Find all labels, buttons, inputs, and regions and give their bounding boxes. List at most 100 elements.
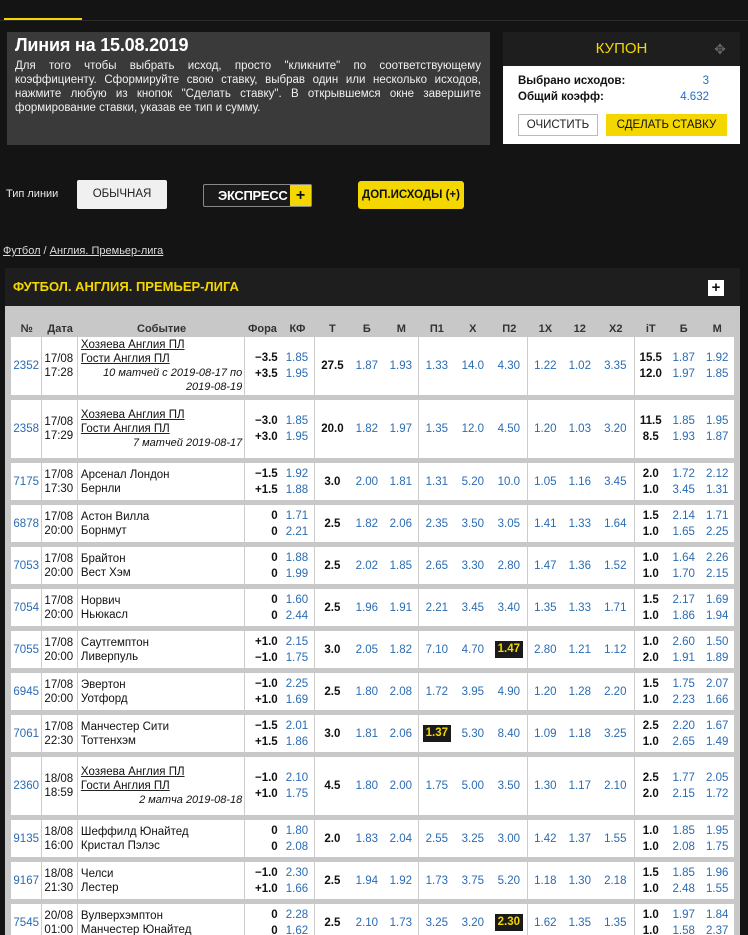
event-name[interactable]: Арсенал Лондон Бернли (77, 463, 246, 500)
odd-x-value[interactable]: 14.0 (462, 360, 484, 372)
individual-over-away[interactable]: 1.86 (667, 608, 700, 624)
odd-p1-value[interactable]: 2.55 (426, 833, 448, 845)
individual-under-away[interactable]: 1.94 (700, 608, 734, 624)
odd-x2[interactable]: 1.52 (597, 547, 635, 584)
odd-p2-value[interactable]: 3.05 (498, 518, 520, 530)
make-bet-button[interactable]: СДЕЛАТЬ СТАВКУ (606, 114, 727, 136)
odd-x2[interactable]: 3.35 (597, 337, 635, 395)
odd-12[interactable]: 1.37 (562, 820, 598, 857)
odd-12[interactable]: 1.28 (562, 673, 598, 710)
odd-p1[interactable]: 1.75 (418, 757, 456, 815)
individual-over-away[interactable]: 1.65 (667, 524, 700, 540)
odd-1x[interactable]: 1.18 (528, 862, 563, 899)
odd-p2[interactable]: 2.30 (490, 904, 529, 935)
under-odd[interactable]: 2.04 (384, 820, 419, 857)
individual-over-home[interactable]: 1.85 (667, 865, 700, 881)
individual-under-home[interactable]: 1.67 (700, 718, 734, 734)
odd-p2[interactable]: 4.30 (490, 337, 529, 395)
individual-under-away[interactable]: 1.31 (700, 482, 734, 498)
event-id[interactable]: 2360 (11, 757, 43, 815)
odd-1x[interactable]: 1.20 (528, 673, 563, 710)
extra-outcomes-button[interactable]: ДОП.ИСХОДЫ (+) (358, 181, 464, 209)
individual-under-home[interactable]: 1.84 (700, 907, 734, 923)
event-id[interactable]: 7054 (11, 589, 43, 626)
odd-p1[interactable]: 2.21 (418, 589, 456, 626)
odd-12[interactable]: 1.02 (562, 337, 598, 395)
odd-1x[interactable]: 1.20 (528, 400, 563, 458)
individual-over-home[interactable]: 1.97 (667, 907, 700, 923)
handicap-odd-home[interactable]: 2.01 (280, 718, 314, 734)
individual-over-away[interactable]: 2.48 (667, 881, 700, 897)
odd-x[interactable]: 3.45 (455, 589, 491, 626)
odd-12[interactable]: 1.21 (562, 631, 598, 668)
odd-p2-value[interactable]: 8.40 (498, 728, 520, 740)
odd-p2-value[interactable]: 10.0 (498, 476, 520, 488)
event-id[interactable]: 7545 (11, 904, 43, 935)
odd-x-value[interactable]: 5.00 (462, 780, 484, 792)
odd-x2[interactable]: 3.45 (597, 463, 635, 500)
handicap-odd-home[interactable]: 1.88 (280, 550, 314, 566)
odd-x-value[interactable]: 5.30 (462, 728, 484, 740)
individual-over-away[interactable]: 2.23 (667, 692, 700, 708)
odd-1x[interactable]: 1.05 (528, 463, 563, 500)
under-odd[interactable]: 1.97 (384, 400, 419, 458)
individual-over-home[interactable]: 2.60 (667, 634, 700, 650)
individual-under-home[interactable]: 1.71 (700, 508, 734, 524)
odd-x[interactable]: 5.00 (455, 757, 491, 815)
odd-12[interactable]: 1.16 (562, 463, 598, 500)
individual-under-away[interactable]: 2.15 (700, 566, 734, 582)
ordinary-button[interactable]: ОБЫЧНАЯ (77, 180, 167, 209)
odd-x[interactable]: 12.0 (455, 400, 491, 458)
odd-p1[interactable]: 1.33 (418, 337, 456, 395)
event-id[interactable]: 2358 (11, 400, 43, 458)
odd-p1-value[interactable]: 1.31 (426, 476, 448, 488)
individual-under-away[interactable]: 2.25 (700, 524, 734, 540)
under-odd[interactable]: 2.06 (384, 505, 419, 542)
odd-p1-value[interactable]: 7.10 (426, 644, 448, 656)
gear-icon[interactable]: ✥ (712, 41, 728, 57)
individual-under-away[interactable]: 1.89 (700, 650, 734, 666)
individual-over-away[interactable]: 3.45 (667, 482, 700, 498)
odd-p2[interactable]: 4.50 (490, 400, 529, 458)
over-odd[interactable]: 1.96 (349, 589, 385, 626)
odd-x-value[interactable]: 3.30 (462, 560, 484, 572)
event-id[interactable]: 7053 (11, 547, 43, 584)
over-odd[interactable]: 1.80 (349, 673, 385, 710)
over-odd[interactable]: 1.94 (349, 862, 385, 899)
odd-x2[interactable]: 2.20 (597, 673, 635, 710)
individual-under-home[interactable]: 1.92 (700, 350, 734, 366)
odd-1x[interactable]: 1.41 (528, 505, 563, 542)
odd-x[interactable]: 5.30 (455, 715, 491, 752)
individual-under-away[interactable]: 1.55 (700, 881, 734, 897)
individual-over-away[interactable]: 1.97 (667, 366, 700, 382)
odd-1x[interactable]: 1.22 (528, 337, 563, 395)
odd-p2-value[interactable]: 3.00 (498, 833, 520, 845)
handicap-odd-away[interactable]: 2.08 (280, 839, 314, 855)
odd-1x[interactable]: 1.42 (528, 820, 563, 857)
odd-p2-value[interactable]: 3.50 (498, 780, 520, 792)
odd-1x[interactable]: 1.09 (528, 715, 563, 752)
handicap-odd-away[interactable]: 1.86 (280, 734, 314, 750)
event-id[interactable]: 6945 (11, 673, 43, 710)
odd-x2[interactable]: 3.25 (597, 715, 635, 752)
event-name[interactable]: Вулверхэмптон Манчестер Юнайтед (77, 904, 246, 935)
odd-1x[interactable]: 1.35 (528, 589, 563, 626)
odd-12[interactable]: 1.36 (562, 547, 598, 584)
odd-x2[interactable]: 1.55 (597, 820, 635, 857)
event-name[interactable]: Астон Вилла Борнмут (77, 505, 246, 542)
breadcrumb-sport[interactable]: Футбол (3, 245, 41, 257)
individual-over-home[interactable]: 1.85 (667, 413, 700, 429)
event-name[interactable]: Эвертон Уотфорд (77, 673, 246, 710)
over-odd[interactable]: 1.87 (349, 337, 385, 395)
individual-over-home[interactable]: 1.75 (667, 676, 700, 692)
odd-x-value[interactable]: 3.45 (462, 602, 484, 614)
odd-p2[interactable]: 3.00 (490, 820, 529, 857)
individual-under-away[interactable]: 1.72 (700, 786, 734, 802)
odd-x-value[interactable]: 3.50 (462, 518, 484, 530)
odd-p2-value[interactable]: 4.30 (498, 360, 520, 372)
over-odd[interactable]: 1.80 (349, 757, 385, 815)
breadcrumb-league[interactable]: Англия. Премьер-лига (50, 245, 164, 257)
event-name[interactable]: Хозяева Англия ПЛ Гости Англия ПЛ 2 матча … (77, 757, 246, 815)
odd-p1[interactable]: 3.25 (418, 904, 456, 935)
odd-x-value[interactable]: 3.20 (462, 917, 484, 929)
